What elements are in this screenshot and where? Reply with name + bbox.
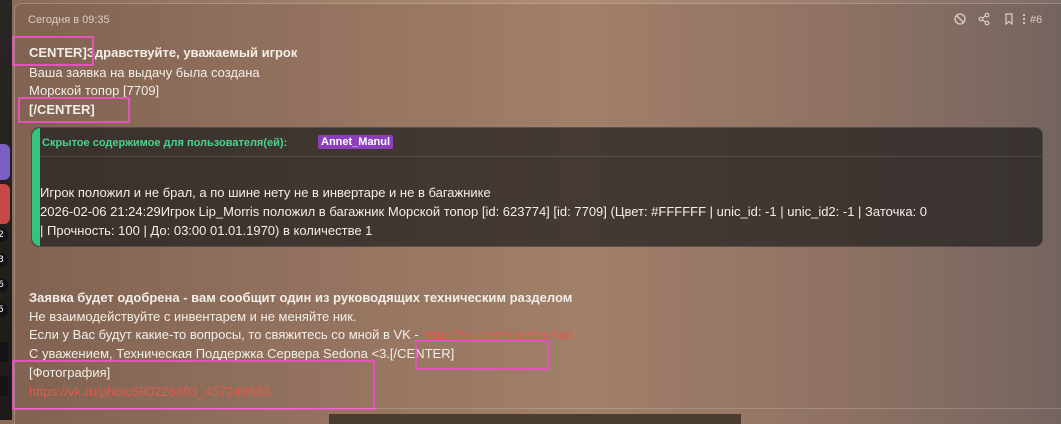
rail-badge[interactable]: 3 <box>0 253 8 267</box>
left-sidebar-rail: 2 3 6 5 <box>0 0 12 420</box>
rail-badge[interactable]: 6 <box>0 278 8 292</box>
forum-post: Сегодня в 09:35 #6 CENTER]Здравствуйте, … <box>12 3 1061 424</box>
rail-button-red[interactable] <box>0 184 10 224</box>
rail-badge[interactable]: 2 <box>0 228 8 242</box>
hidden-text-line: | Прочность: 100 | До: 03:00 01.01.1970)… <box>40 223 373 238</box>
hidden-content-block: Скрытое содержимое для пользователя(ей):… <box>31 127 1043 247</box>
spoiler-accent-bar <box>32 128 40 246</box>
more-icon[interactable] <box>1017 12 1031 26</box>
approval-text: Заявка будет одобрена - вам сообщит один… <box>29 290 573 305</box>
rail-item[interactable] <box>0 376 8 396</box>
post-number[interactable]: #6 <box>1030 14 1042 26</box>
post-line-item: Морской топор [7709] <box>29 83 160 98</box>
post-header: Сегодня в 09:35 #6 <box>15 4 1061 34</box>
post-divider <box>15 408 1061 409</box>
attached-image[interactable] <box>329 414 741 424</box>
hidden-text-line: 2026-02-06 21:24:29Игрок Lip_Morris поло… <box>40 204 928 219</box>
report-icon[interactable] <box>953 12 967 26</box>
highlight-box <box>12 36 94 66</box>
rail-item[interactable] <box>0 342 8 362</box>
post-date[interactable]: Сегодня в 09:35 <box>28 14 110 26</box>
post-line-request: Ваша заявка на выдачу была создана <box>29 65 260 80</box>
rail-badge[interactable]: 5 <box>0 303 8 317</box>
warning-text: Не взаимодействуйте с инвентарем и не ме… <box>29 309 357 324</box>
share-icon[interactable] <box>977 12 991 26</box>
highlight-box <box>18 97 130 123</box>
signature-text: С уважением, Техническая Поддержка Серве… <box>29 346 455 361</box>
hidden-content-user[interactable]: Annet_Manul <box>318 135 394 149</box>
hidden-text-line: Игрок положил и не брал, а по шине нету … <box>40 185 491 200</box>
hidden-content-label: Скрытое содержимое для пользователя(ей): <box>42 137 288 149</box>
contact-prefix: Если у Вас будут какие-то вопросы, то св… <box>29 327 423 342</box>
bookmark-icon[interactable] <box>1002 12 1016 26</box>
spoiler-header: Скрытое содержимое для пользователя(ей):… <box>40 128 1042 157</box>
highlight-box <box>415 340 549 370</box>
highlight-box <box>12 360 375 410</box>
rail-button-purple[interactable] <box>0 144 10 180</box>
